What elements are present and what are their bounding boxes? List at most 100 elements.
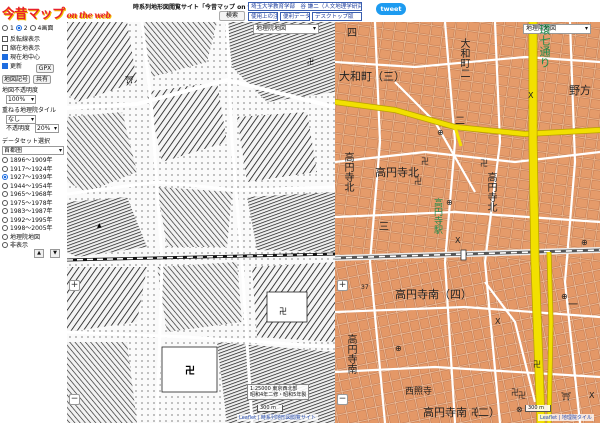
era-option[interactable]: 非表示 [2, 241, 28, 250]
svg-text:⊗: ⊗ [516, 405, 523, 414]
label-koenji-kita-b: 高円寺北 [375, 166, 419, 179]
label-koenji-minami-2: 高円寺南（二） [423, 406, 500, 419]
pane-radio-1[interactable] [2, 25, 8, 31]
header-bar: 今昔マップon the web 時系列地形図閲覧サイト「今昔マップ on the… [0, 0, 600, 22]
era-radio[interactable] [2, 191, 8, 197]
overlay-select[interactable]: なし [6, 115, 36, 124]
option-update[interactable]: 更新 [2, 62, 22, 71]
author-link[interactable]: 埼玉大学教育学部 谷 謙二（人文地理学研究室） [248, 2, 362, 11]
map-symbols-button[interactable]: 地図記号 [2, 75, 30, 84]
era-label: 非表示 [10, 242, 29, 249]
pane-label-2: 2 [23, 25, 28, 32]
label-koenji-kita-a: 高円寺北 [342, 152, 353, 192]
era-radio[interactable] [2, 157, 8, 163]
overlay-heading: 重ねる地理院タイル [2, 107, 57, 114]
dataset-select[interactable]: 首都圏 [2, 146, 64, 155]
option-label: 現在地中心 [10, 54, 41, 61]
svg-text:卍: 卍 [421, 157, 429, 166]
option-location-display[interactable]: 縮在地表示 [2, 44, 40, 53]
svg-text:卍: 卍 [279, 307, 287, 316]
sidebar: 1 2 4画面 反転線表示 縮在地表示 現在地中心 更新 GPX 地図記号 共有… [0, 22, 67, 423]
right-current-map[interactable]: ⊕ ⊕ ⊕ ⊕ ⊕ 卍 卍 卍 卍 卍 卍 X X X X ⛩ 卍 ⊗ 地理院地… [335, 22, 600, 423]
svg-text:卍: 卍 [185, 365, 195, 377]
era-radio[interactable] [2, 233, 8, 240]
share-button[interactable]: 共有 [33, 75, 51, 84]
era-down-button[interactable]: ▼ [50, 249, 60, 258]
map-info-line-2: 昭和4年二修・昭和5年製 [250, 392, 307, 398]
usage-notes-link[interactable]: 使用上の注意 [248, 12, 278, 21]
era-radio[interactable] [2, 174, 8, 180]
label-route-37: 37 [361, 284, 369, 291]
label-daiwa-town-vertical: 大和町二 [458, 38, 469, 78]
svg-text:⊕: ⊕ [437, 128, 444, 137]
era-label: 1927〜1939年 [10, 174, 53, 181]
search-button[interactable]: 検索 [219, 11, 245, 21]
label-chome-2: 二 [455, 116, 465, 127]
option-label: 反転線表示 [10, 36, 41, 43]
left-layer-select[interactable]: 地理院地図 [253, 24, 319, 34]
left-attribution[interactable]: Leaflet | 時系列地形図閲覧サイト [237, 414, 318, 421]
era-label: 1917〜1924年 [10, 165, 53, 173]
right-zoom-out-button[interactable]: − [337, 394, 348, 405]
option-label: 縮在地表示 [10, 45, 41, 52]
site-logo[interactable]: 今昔マップ on the web [2, 3, 128, 22]
right-layer-select[interactable]: 地理院地図 [523, 24, 591, 34]
svg-text:⛩: ⛩ [561, 392, 571, 401]
label-koenji-kita-4: 四 [347, 28, 357, 39]
svg-text:⊕: ⊕ [581, 238, 588, 247]
left-zoom-in-button[interactable]: + [69, 280, 80, 291]
era-radio[interactable] [2, 225, 8, 231]
left-old-map[interactable]: ⛩ 卍 卍 卍 ▲ 地理院地図 + − 1:25000 東京西北部 昭和4年二修… [67, 22, 335, 423]
svg-text:⊕: ⊕ [395, 344, 402, 353]
svg-text:X: X [589, 391, 595, 400]
opacity-select[interactable]: 100% [6, 95, 36, 104]
label-nogata: 野方 [569, 84, 591, 97]
label-chome-3: 三 [379, 222, 389, 233]
era-radio[interactable] [2, 182, 8, 189]
pane-radio-2[interactable] [15, 25, 22, 31]
era-label: 1975〜1978年 [10, 199, 53, 207]
era-radio[interactable] [2, 242, 8, 248]
option-reverse-line[interactable]: 反転線表示 [2, 35, 40, 44]
svg-text:⊕: ⊕ [561, 292, 568, 301]
era-radio[interactable] [2, 208, 8, 214]
pane-label-4: 4画面 [37, 25, 54, 32]
checkbox[interactable] [2, 63, 8, 69]
left-zoom-out-button[interactable]: − [69, 394, 80, 405]
label-koenji-minami-3: 高円寺南 [345, 334, 356, 374]
checkbox[interactable] [2, 45, 8, 51]
svg-text:X: X [455, 236, 461, 245]
svg-text:⛩: ⛩ [125, 75, 134, 84]
map-info-box: 1:25000 東京西北部 昭和4年二修・昭和5年製 [247, 384, 310, 400]
svg-text:卍: 卍 [480, 159, 488, 168]
svg-text:X: X [528, 91, 534, 100]
label-nishi-shoji: 西照寺 [405, 387, 433, 397]
gpx-button[interactable]: GPX [36, 64, 54, 73]
checkbox[interactable] [2, 54, 8, 60]
checkbox[interactable] [2, 36, 8, 42]
era-radio[interactable] [2, 165, 8, 172]
era-up-button[interactable]: ▲ [34, 249, 44, 258]
right-attribution[interactable]: Leaflet | 地理院タイル [538, 414, 594, 421]
right-zoom-in-button[interactable]: + [337, 280, 348, 291]
label-daiwa-town-3: 大和町（三） [339, 70, 405, 83]
label-koenji-station: 高円寺駅 [432, 198, 442, 234]
era-radio[interactable] [2, 199, 8, 206]
option-label: 更新 [10, 63, 23, 70]
option-center-current[interactable]: 現在地中心 [2, 53, 40, 62]
era-label: 1992〜1995年 [10, 216, 53, 224]
svg-text:卍: 卍 [307, 58, 314, 66]
site-title: 時系列地形図閲覧サイト「今昔マップ on the web」 [133, 4, 248, 11]
right-scale-bar: 300 m [525, 405, 551, 412]
era-radio[interactable] [2, 216, 8, 223]
pane-radio-4[interactable] [29, 25, 36, 31]
desktop-version-link[interactable]: デスクトップ版 [312, 12, 362, 21]
transparency-select[interactable]: 20% [35, 124, 59, 133]
era-label: 1896〜1909年 [10, 157, 53, 164]
tweet-button[interactable]: tweet [376, 3, 406, 15]
label-kannana-dori: 環七通り [538, 24, 551, 68]
useful-data-link[interactable]: 便利データ [280, 12, 310, 21]
era-label: 1983〜1987年 [10, 208, 53, 215]
transparency-label: 不透明度 [6, 125, 31, 132]
svg-text:X: X [495, 317, 501, 326]
